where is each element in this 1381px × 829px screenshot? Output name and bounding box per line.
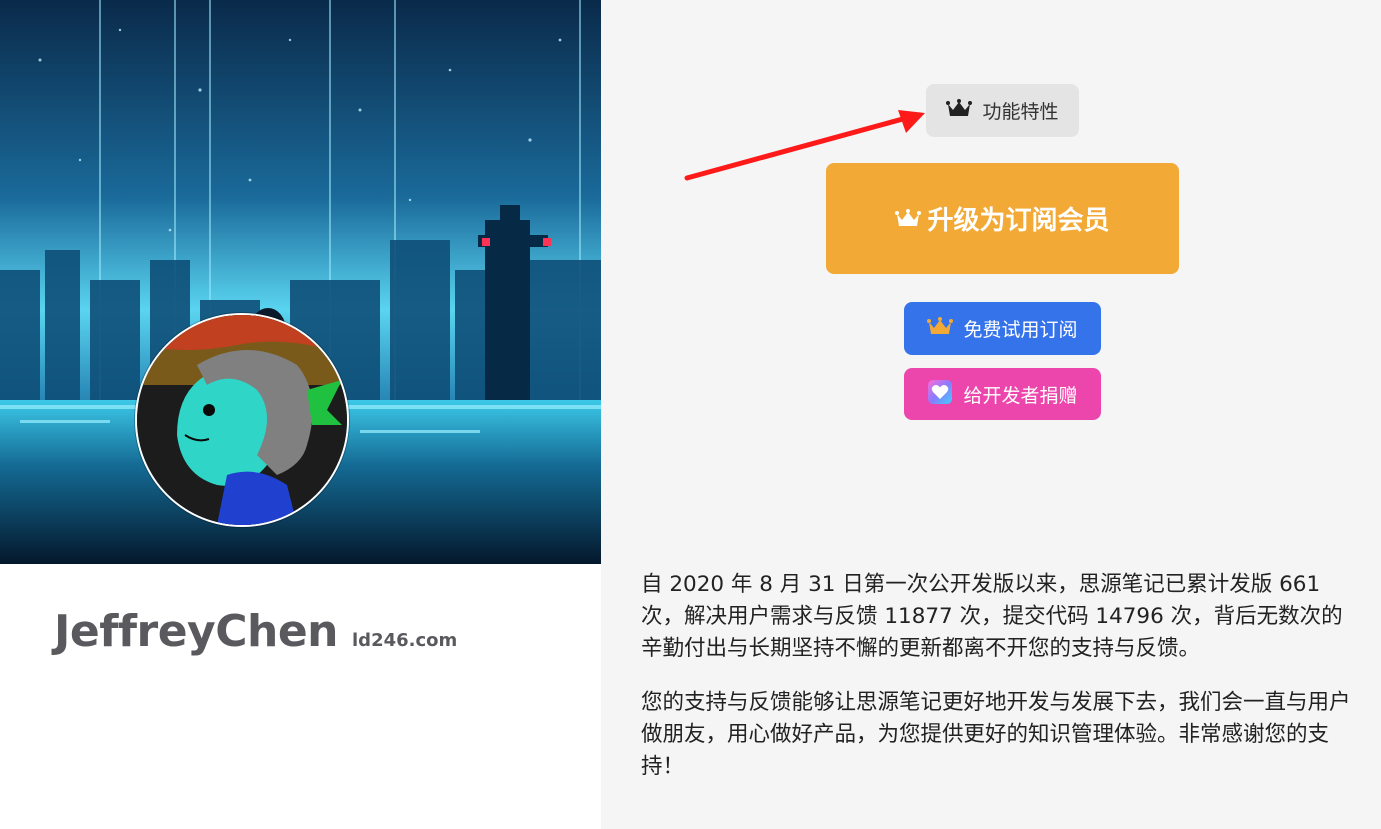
crown-icon <box>895 204 922 234</box>
crown-icon <box>946 99 973 122</box>
crown-icon <box>927 317 954 340</box>
upgrade-subscription-button[interactable]: 升级为订阅会员 <box>826 163 1179 274</box>
features-label: 功能特性 <box>982 101 1059 123</box>
user-name: JeffreyChen <box>54 606 339 657</box>
donate-label: 给开发者捐赠 <box>963 384 1078 407</box>
heart-icon <box>927 379 953 410</box>
features-button[interactable]: 功能特性 <box>926 84 1079 137</box>
release-stats-paragraph: 自 2020 年 8 月 31 日第一次公开发版以来，思源笔记已累计发版 661… <box>641 572 1343 661</box>
avatar <box>135 313 349 527</box>
donate-button[interactable]: 给开发者捐赠 <box>904 368 1101 420</box>
profile-panel: JeffreyChen ld246.com <box>0 0 601 829</box>
upgrade-label: 升级为订阅会员 <box>927 206 1110 236</box>
thanks-paragraph: 您的支持与反馈能够让思源笔记更好地开发与发展下去，我们会一直与用户做朋友，用心做… <box>641 690 1351 779</box>
trial-label: 免费试用订阅 <box>963 319 1078 341</box>
free-trial-button[interactable]: 免费试用订阅 <box>904 302 1101 355</box>
user-info: JeffreyChen ld246.com <box>54 606 457 657</box>
user-site: ld246.com <box>352 630 458 651</box>
